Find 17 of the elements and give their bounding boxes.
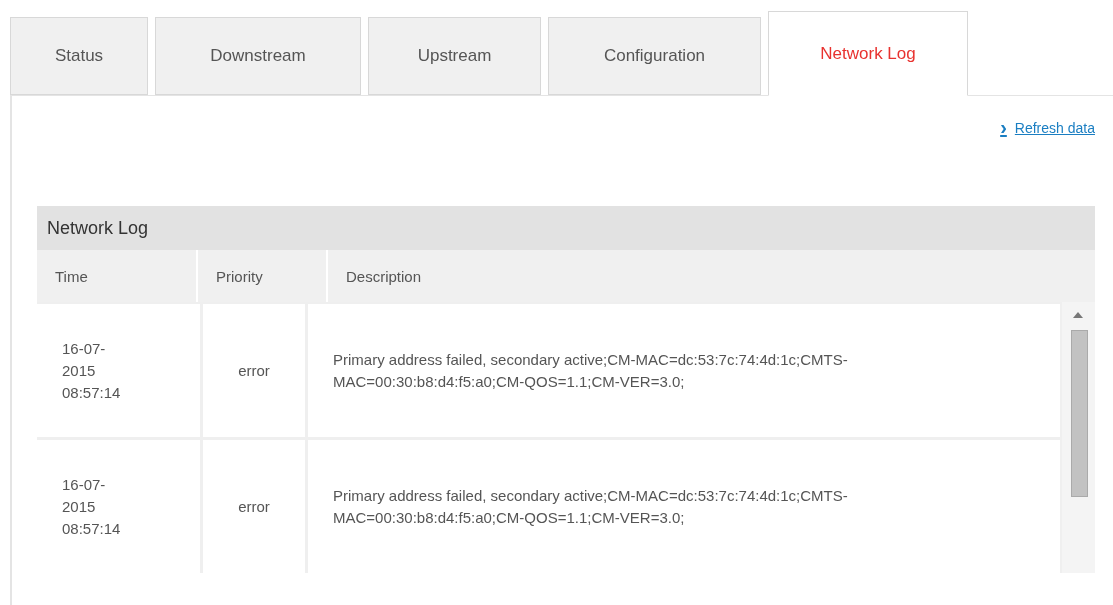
scroll-up-icon[interactable] xyxy=(1073,312,1083,318)
scrollbar-thumb[interactable] xyxy=(1071,330,1088,497)
scrollbar[interactable] xyxy=(1062,302,1095,573)
table-title: Network Log xyxy=(37,206,1095,250)
tab[interactable]: Upstream xyxy=(368,17,541,95)
tab[interactable]: Configuration xyxy=(548,17,761,95)
description-cell: Primary address failed, secondary active;CM-MAC=dc:53:7c:74:4d:1c;CMTS-MAC=00:30:b8:d4:f5:a0;CM-QOS=1.1;CM-VER=3.0; xyxy=(308,440,1060,573)
column-header: Description xyxy=(345,266,423,287)
tab[interactable]: Downstream xyxy=(155,17,361,95)
description-cell: Primary address failed, secondary active;CM-MAC=dc:53:7c:74:4d:1c;CMTS-MAC=00:30:b8:d4:f5:a0;CM-QOS=1.1;CM-VER=3.0; xyxy=(308,304,1060,437)
refresh-data-link[interactable]: › Refresh data xyxy=(1000,116,1095,139)
time-cell: 16-07- 2015 08:57:14 xyxy=(37,440,200,573)
tab[interactable]: Status xyxy=(10,17,148,95)
tab[interactable]: Network Log xyxy=(768,11,968,96)
priority-cell: error xyxy=(203,440,305,573)
time-cell: 16-07- 2015 08:57:14 xyxy=(37,304,200,437)
priority-cell: error xyxy=(203,304,305,437)
